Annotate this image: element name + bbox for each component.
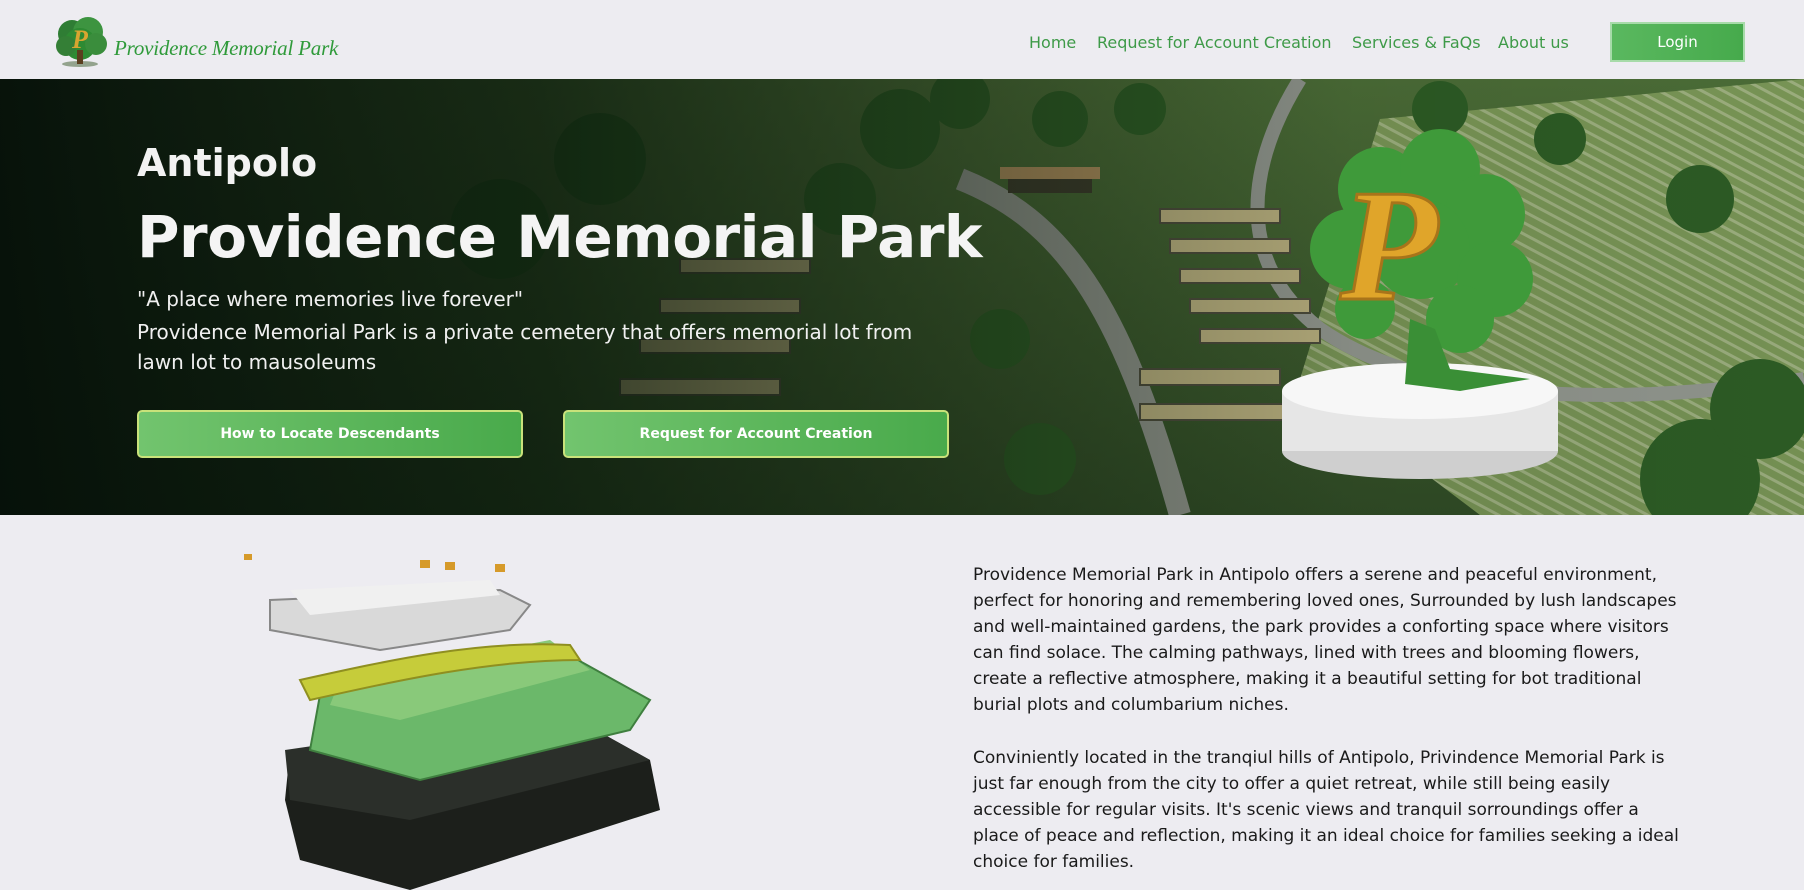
site-header: P Providence Memorial Park Home Request … [0, 0, 1804, 79]
request-account-button[interactable]: Request for Account Creation [563, 410, 949, 458]
tree-p-logo-icon: P [56, 17, 107, 67]
logo-text: Providence Memorial Park [114, 35, 339, 60]
about-paragraph-1: Providence Memorial Park in Antipolo off… [973, 565, 1677, 715]
hero-section: Antipolo Providence Memorial Park "A pla… [0, 79, 1804, 515]
tree-p-emblem: P [1282, 129, 1558, 479]
hero-subtitle: Antipolo [137, 141, 318, 185]
nav-about-us[interactable]: About us [1498, 33, 1569, 52]
svg-text:P: P [1339, 156, 1439, 334]
park-3d-model [244, 554, 660, 890]
hero-description: Providence Memorial Park is a private ce… [137, 320, 913, 374]
site-logo[interactable]: P Providence Memorial Park [50, 12, 338, 70]
login-button[interactable]: Login [1610, 22, 1745, 62]
about-paragraph-2: Conviniently located in the tranqiul hil… [973, 748, 1679, 872]
nav-home[interactable]: Home [1029, 33, 1076, 52]
nav-request-account[interactable]: Request for Account Creation [1097, 33, 1332, 52]
locate-descendants-button[interactable]: How to Locate Descendants [137, 410, 523, 458]
hero-title: Providence Memorial Park [137, 203, 983, 271]
nav-services-faqs[interactable]: Services & FaQs [1352, 33, 1481, 52]
hero-tagline: "A place where memories live forever" [137, 287, 524, 311]
svg-text:P: P [71, 25, 89, 54]
